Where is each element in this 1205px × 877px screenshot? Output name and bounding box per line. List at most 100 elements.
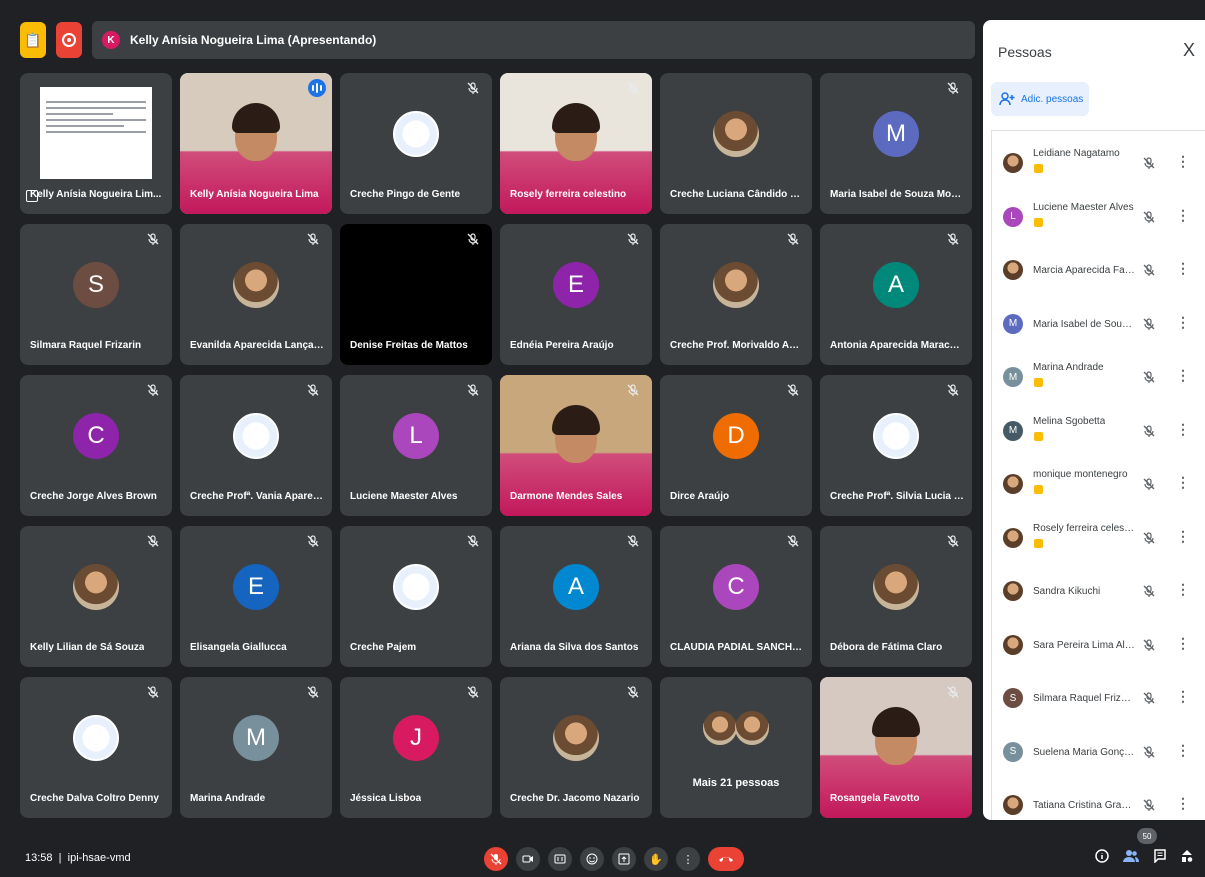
raise-hand-button[interactable]: ✋ — [644, 847, 668, 871]
participant-tile[interactable]: Débora de Fátima Claro — [820, 526, 972, 667]
more-vert-icon[interactable]: ⋮ — [1176, 474, 1190, 491]
participant-tile[interactable]: Mais 21 pessoas — [660, 677, 812, 818]
captions-button[interactable] — [548, 847, 572, 871]
leave-call-button[interactable] — [708, 847, 744, 871]
participant-name: Evanilda Aparecida Lança Rib... — [190, 340, 325, 351]
participant-tile[interactable]: Kelly Lilian de Sá Souza — [20, 526, 172, 667]
people-panel: Pessoas X Adic. pessoas Leidiane Nagatam… — [983, 20, 1205, 820]
mute-person-button[interactable] — [1142, 745, 1156, 759]
person-avatar — [1003, 153, 1023, 173]
list-item[interactable]: S Silmara Raquel Frizarin ⋮ — [992, 676, 1205, 730]
emoji-button[interactable] — [580, 847, 604, 871]
more-vert-icon[interactable]: ⋮ — [1176, 581, 1190, 598]
participant-tile[interactable]: A Antonia Aparecida Marachini — [820, 224, 972, 365]
participant-tile[interactable]: Creche Dr. Jacomo Nazario — [500, 677, 652, 818]
list-item[interactable]: Leidiane Nagatamo ⋮ — [992, 141, 1205, 195]
participant-tile[interactable]: Darmone Mendes Sales — [500, 375, 652, 516]
participant-avatar — [73, 564, 119, 610]
mute-person-button[interactable] — [1142, 798, 1156, 812]
presenting-banner[interactable]: K Kelly Anísia Nogueira Lima (Apresentan… — [92, 21, 975, 59]
participant-tile[interactable]: Creche Dalva Coltro Denny — [20, 677, 172, 818]
participant-tile[interactable]: C CLAUDIA PADIAL SANCHEZ M... — [660, 526, 812, 667]
mute-person-button[interactable] — [1142, 584, 1156, 598]
participant-tile[interactable]: E Elisangela Giallucca — [180, 526, 332, 667]
participant-tile[interactable]: Creche Profª. Silvia Lucia Silv... — [820, 375, 972, 516]
list-item[interactable]: Sara Pereira Lima Albuq... ⋮ — [992, 623, 1205, 677]
participant-tile[interactable]: A Ariana da Silva dos Santos — [500, 526, 652, 667]
participant-tile[interactable]: C Creche Jorge Alves Brown — [20, 375, 172, 516]
participant-tile[interactable]: Rosangela Favotto — [820, 677, 972, 818]
list-item[interactable]: M Melina Sgobetta ⋮ — [992, 409, 1205, 463]
info-button[interactable] — [1095, 849, 1109, 866]
mute-person-button[interactable] — [1142, 370, 1156, 384]
more-vert-icon[interactable]: ⋮ — [1176, 421, 1190, 438]
more-vert-icon[interactable]: ⋮ — [1176, 367, 1190, 384]
list-item[interactable]: L Luciene Maester Alves ⋮ — [992, 195, 1205, 249]
mic-off-icon — [467, 686, 479, 698]
more-vert-icon[interactable]: ⋮ — [1176, 795, 1190, 812]
presenter-badge-icon — [1034, 485, 1043, 494]
mute-person-button[interactable] — [1142, 263, 1156, 277]
list-item[interactable]: Sandra Kikuchi ⋮ — [992, 569, 1205, 623]
more-vert-icon[interactable]: ⋮ — [1176, 742, 1190, 759]
list-item[interactable]: S Suelena Maria Gonçalves ⋮ — [992, 730, 1205, 784]
participant-tile[interactable]: J Jéssica Lisboa — [340, 677, 492, 818]
mic-off-icon — [1143, 585, 1155, 597]
participant-name: CLAUDIA PADIAL SANCHEZ M... — [670, 642, 805, 653]
mute-person-button[interactable] — [1142, 638, 1156, 652]
participant-tile[interactable]: M Marina Andrade — [180, 677, 332, 818]
mute-person-button[interactable] — [1142, 210, 1156, 224]
more-vert-icon[interactable]: ⋮ — [1176, 635, 1190, 652]
mute-person-button[interactable] — [1142, 424, 1156, 438]
recording-button[interactable] — [56, 22, 82, 58]
people-button[interactable] — [1123, 849, 1139, 866]
participant-tile[interactable]: S Silmara Raquel Frizarin — [20, 224, 172, 365]
participant-tile[interactable]: Creche Prof. Morivaldo Anton... — [660, 224, 812, 365]
mute-person-button[interactable] — [1142, 317, 1156, 331]
list-item[interactable]: M Maria Isabel de Souza M... ⋮ — [992, 302, 1205, 356]
more-vert-icon[interactable]: ⋮ — [1176, 314, 1190, 331]
people-icon — [1123, 850, 1139, 862]
participant-tile[interactable]: E Ednéia Pereira Araújo — [500, 224, 652, 365]
list-item[interactable]: monique montenegro ⋮ — [992, 462, 1205, 516]
divider: | — [55, 852, 65, 864]
participant-tile[interactable]: Kelly Anísia Nogueira Lima — [180, 73, 332, 214]
list-item[interactable]: Rosely ferreira celestino ⋮ — [992, 516, 1205, 570]
participant-tile[interactable]: Creche Pajem — [340, 526, 492, 667]
chat-button[interactable] — [1153, 849, 1167, 866]
mute-person-button[interactable] — [1142, 156, 1156, 170]
more-vert-icon[interactable]: ⋮ — [1176, 207, 1190, 224]
mic-button[interactable] — [484, 847, 508, 871]
mute-person-button[interactable] — [1142, 477, 1156, 491]
more-vert-icon[interactable]: ⋮ — [1176, 688, 1190, 705]
participant-tile[interactable]: M Maria Isabel de Souza Moraes — [820, 73, 972, 214]
participant-tile[interactable]: L Luciene Maester Alves — [340, 375, 492, 516]
mic-off-icon — [467, 82, 479, 94]
camera-button[interactable] — [516, 847, 540, 871]
more-vert-icon[interactable]: ⋮ — [1176, 260, 1190, 277]
participant-tile[interactable]: Creche Luciana Cândido Carn... — [660, 73, 812, 214]
participant-tile[interactable]: Creche Profª. Vania Aparecid... — [180, 375, 332, 516]
participant-name: Creche Profª. Vania Aparecid... — [190, 491, 325, 502]
activities-button[interactable] — [1181, 849, 1193, 866]
participant-tile[interactable]: Evanilda Aparecida Lança Rib... — [180, 224, 332, 365]
mute-person-button[interactable] — [1142, 531, 1156, 545]
participant-tile[interactable]: D Dirce Araújo — [660, 375, 812, 516]
more-vert-icon[interactable]: ⋮ — [1176, 153, 1190, 170]
add-people-button[interactable]: Adic. pessoas — [991, 82, 1089, 116]
participant-tile[interactable]: Denise Freitas de Mattos — [340, 224, 492, 365]
mute-person-button[interactable] — [1142, 691, 1156, 705]
close-panel-button[interactable]: X — [1183, 40, 1195, 61]
participant-tile[interactable]: Creche Pingo de Gente — [340, 73, 492, 214]
muted-indicator — [626, 81, 642, 97]
list-item[interactable]: Marcia Aparecida Favaro ⋮ — [992, 248, 1205, 302]
list-item[interactable]: M Marina Andrade ⋮ — [992, 355, 1205, 409]
participant-tile[interactable]: Rosely ferreira celestino — [500, 73, 652, 214]
people-list[interactable]: Leidiane Nagatamo ⋮ L Luciene Maester Alves… — [991, 130, 1205, 820]
more-vert-icon[interactable]: ⋮ — [1176, 528, 1190, 545]
participant-tile[interactable]: Kelly Anísia Nogueira Lim... — [20, 73, 172, 214]
presentation-toggle-button[interactable]: 📋 — [20, 22, 46, 58]
more-options-button[interactable]: ⋮ — [676, 847, 700, 871]
present-button[interactable] — [612, 847, 636, 871]
list-item[interactable]: Tatiana Cristina Granado ⋮ — [992, 783, 1205, 820]
